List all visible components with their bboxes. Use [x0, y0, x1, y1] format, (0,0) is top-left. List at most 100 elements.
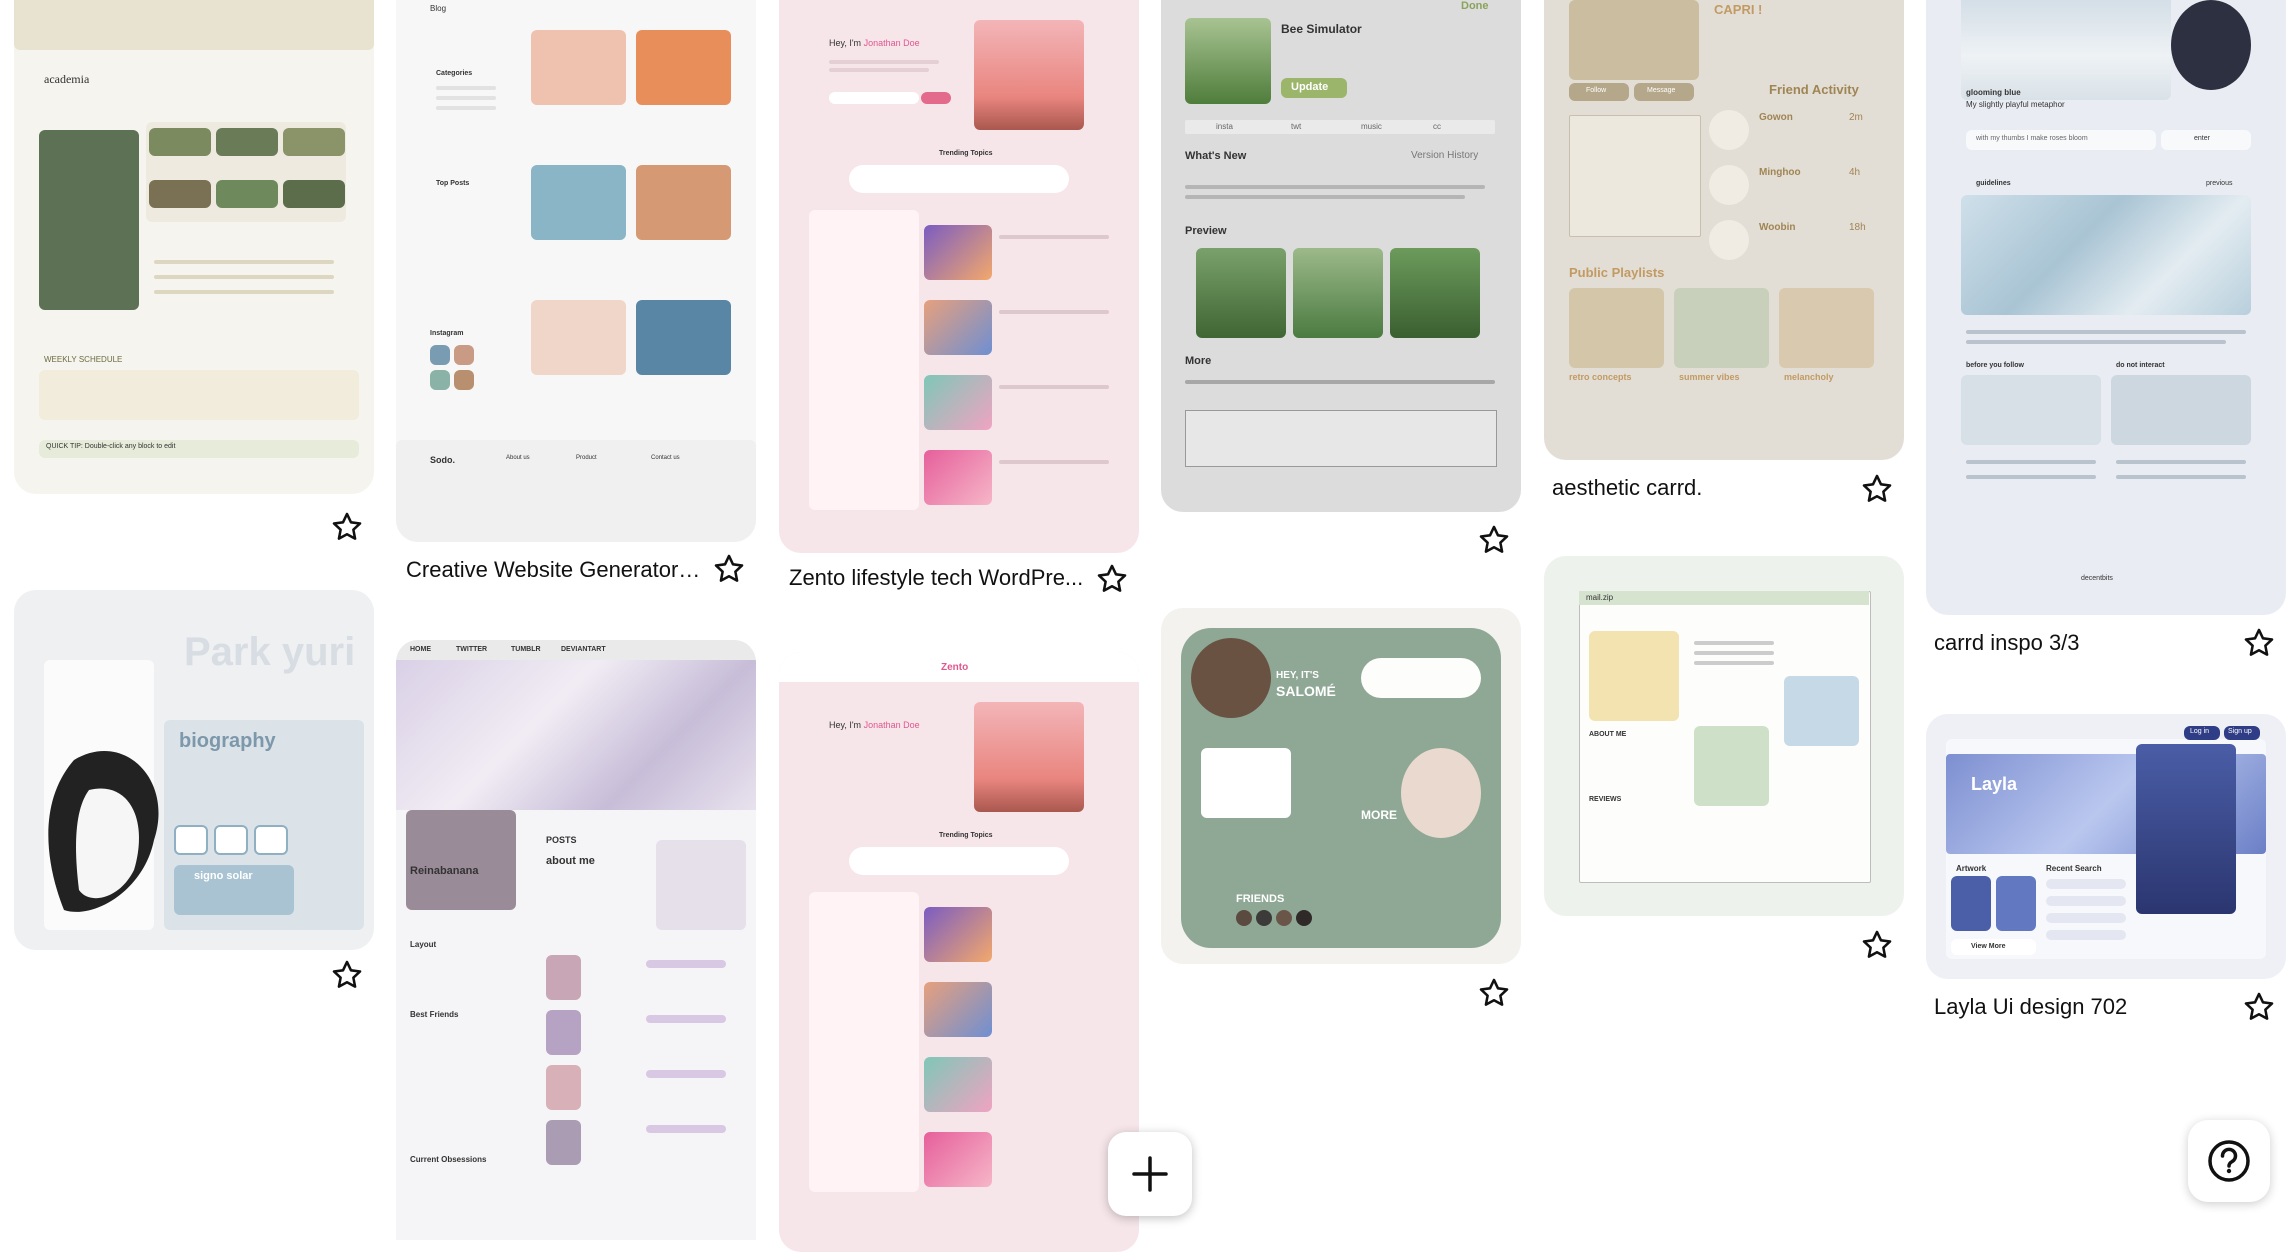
- thumb-friend-0: Gowon: [1759, 112, 1793, 123]
- pin-card-salome[interactable]: HEY, IT'S SALOMÉ MORE FRIENDS: [1161, 608, 1521, 1018]
- save-star-icon[interactable]: [1477, 976, 1511, 1010]
- thumb-public-playlists: Public Playlists: [1569, 265, 1665, 280]
- pin-image[interactable]: Blog Categories Top Posts Instagram Sodo…: [396, 0, 756, 542]
- pin-image[interactable]: mail.zip ABOUT ME REVIEWS: [1544, 556, 1904, 916]
- pin-card-zento[interactable]: Hey, I'm Jonathan Doe Trending Topics Ze…: [779, 0, 1139, 610]
- thumb-playlist-1: summer vibes: [1679, 372, 1740, 382]
- pin-image[interactable]: Zento Hey, I'm Jonathan Doe Trending Top…: [779, 652, 1139, 1252]
- pin-title[interactable]: Layla Ui design 702: [1934, 994, 2234, 1020]
- save-star-icon[interactable]: [330, 510, 364, 544]
- thumb-about: ABOUT ME: [1589, 731, 1627, 738]
- pin-image[interactable]: Layla Log in Sign up Artwork Recent Sear…: [1926, 714, 2286, 979]
- add-button[interactable]: [1108, 1132, 1192, 1216]
- thumb-enter: enter: [2194, 135, 2210, 142]
- help-button[interactable]: [2188, 1120, 2270, 1202]
- pin-card-mail[interactable]: mail.zip ABOUT ME REVIEWS: [1544, 556, 1904, 976]
- pin-card-academia[interactable]: academia WEEKLY SCHEDULE QUICK TIP: Doub…: [14, 0, 374, 540]
- pin-title[interactable]: Creative Website Generators...: [406, 557, 706, 583]
- pin-card-layla[interactable]: Layla Log in Sign up Artwork Recent Sear…: [1926, 714, 2286, 1034]
- thumb-friend-activity: Friend Activity: [1769, 82, 1859, 97]
- pin-title[interactable]: aesthetic carrd.: [1552, 475, 1852, 501]
- thumb-nav-3: DEVIANTART: [561, 646, 606, 653]
- pin-image[interactable]: CAPRI ! Follow Message Friend Activity G…: [1544, 0, 1904, 460]
- pin-card-bee[interactable]: Done Bee Simulator Update insta twt musi…: [1161, 0, 1521, 560]
- thumb-footer: decentbits: [2081, 575, 2113, 582]
- thumb-tip: QUICK TIP: Double-click any block to edi…: [46, 443, 176, 450]
- thumb-friend-2: Woobin: [1759, 222, 1796, 233]
- thumb-bio: biography: [179, 730, 276, 752]
- thumb-version-history: Version History: [1411, 150, 1479, 161]
- save-star-icon[interactable]: [1860, 928, 1894, 962]
- thumb-time-1: 4h: [1849, 167, 1861, 178]
- save-star-icon[interactable]: [2242, 626, 2276, 660]
- thumb-tab-2: music: [1361, 122, 1382, 131]
- plus-icon: [1132, 1156, 1168, 1192]
- thumb-playlist-2: melancholy: [1784, 372, 1834, 382]
- thumb-brand: Sodo.: [430, 455, 455, 465]
- thumb-done: Done: [1461, 0, 1489, 12]
- pin-image[interactable]: HEY, IT'S SALOMÉ MORE FRIENDS: [1161, 608, 1521, 964]
- thumb-footer-product: Product: [576, 455, 597, 461]
- save-star-icon[interactable]: [1095, 562, 1129, 596]
- save-star-icon[interactable]: [2242, 990, 2276, 1024]
- thumb-playlist-0: retro concepts: [1569, 372, 1632, 382]
- thumb-obsessions: Current Obsessions: [410, 1155, 487, 1164]
- thumb-name: Reinabanana: [410, 865, 479, 877]
- thumb-previous: previous: [2206, 180, 2233, 187]
- pin-image[interactable]: academia WEEKLY SCHEDULE QUICK TIP: Doub…: [14, 0, 374, 494]
- save-star-icon[interactable]: [1477, 523, 1511, 557]
- thumb-more: MORE: [1361, 808, 1397, 822]
- thumb-mail-title: mail.zip: [1586, 593, 1614, 602]
- thumb-guidelines: guidelines: [1976, 180, 2011, 187]
- thumb-hero: Hey, I'm Jonathan Doe: [829, 38, 920, 48]
- pin-image[interactable]: Park yuri biography signo solar: [14, 590, 374, 950]
- pin-card-reinabanana[interactable]: HOME TWITTER TUMBLR DEVIANTART Reinabana…: [396, 640, 756, 1240]
- thumb-signo: signo solar: [194, 870, 253, 882]
- thumb-time-2: 18h: [1849, 222, 1866, 233]
- pin-image[interactable]: Hey, I'm Jonathan Doe Trending Topics: [779, 0, 1139, 553]
- pin-title[interactable]: Zento lifestyle tech WordPre...: [789, 565, 1089, 591]
- thumb-footer-about: About us: [506, 455, 530, 461]
- pin-title[interactable]: carrd inspo 3/3: [1934, 630, 2234, 656]
- thumb-reviews: REVIEWS: [1589, 796, 1622, 803]
- thumb-trending: Trending Topics: [939, 832, 993, 839]
- pin-image[interactable]: HOME TWITTER TUMBLR DEVIANTART Reinabana…: [396, 640, 756, 1240]
- thumb-login: Log in: [2190, 728, 2210, 735]
- pin-card-aesthetic[interactable]: CAPRI ! Follow Message Friend Activity G…: [1544, 0, 1904, 520]
- thumb-blog: Blog: [430, 4, 447, 13]
- pin-card-creative[interactable]: Blog Categories Top Posts Instagram Sodo…: [396, 0, 756, 600]
- thumb-follow: Follow: [1586, 87, 1607, 94]
- save-star-icon[interactable]: [1860, 472, 1894, 506]
- thumb-instagram: Instagram: [430, 330, 464, 337]
- thumb-logo: Zento: [941, 662, 969, 673]
- pin-card-carrd[interactable]: glooming blue My slightly playful metaph…: [1926, 0, 2286, 680]
- save-star-icon[interactable]: [712, 552, 746, 586]
- thumb-layout: Layout: [410, 940, 437, 949]
- thumb-signup: Sign up: [2228, 728, 2252, 735]
- thumb-preview: Preview: [1185, 225, 1227, 237]
- thumb-nav-1: TWITTER: [456, 646, 488, 653]
- thumb-layla-name: Layla: [1971, 774, 2018, 794]
- thumb-footer-contact: Contact us: [651, 455, 680, 461]
- thumb-no-interact: do not interact: [2116, 362, 2165, 369]
- thumb-trending: Trending Topics: [939, 150, 993, 157]
- thumb-user: glooming blue: [1966, 88, 2021, 97]
- thumb-nav-0: HOME: [410, 646, 431, 653]
- pin-image[interactable]: Done Bee Simulator Update insta twt musi…: [1161, 0, 1521, 512]
- thumb-view-more: View More: [1971, 943, 2006, 950]
- thumb-more: More: [1185, 355, 1212, 367]
- thumb-tagline: My slightly playful metaphor: [1966, 100, 2065, 109]
- pin-image[interactable]: glooming blue My slightly playful metaph…: [1926, 0, 2286, 615]
- help-icon: [2208, 1140, 2250, 1182]
- thumb-app-name: Bee Simulator: [1281, 22, 1362, 36]
- thumb-name: Park yuri: [184, 630, 356, 674]
- thumb-about: about me: [546, 855, 595, 867]
- pin-card-parkyuri[interactable]: Park yuri biography signo solar: [14, 590, 374, 1000]
- thumb-tab-1: twt: [1291, 122, 1302, 131]
- thumb-tab-0: insta: [1216, 122, 1233, 131]
- save-star-icon[interactable]: [330, 958, 364, 992]
- thumb-categories: Categories: [436, 70, 473, 77]
- thumb-top-posts: Top Posts: [436, 180, 470, 187]
- thumb-capri: CAPRI !: [1714, 2, 1763, 17]
- pin-card-zento-2[interactable]: Zento Hey, I'm Jonathan Doe Trending Top…: [779, 652, 1139, 1252]
